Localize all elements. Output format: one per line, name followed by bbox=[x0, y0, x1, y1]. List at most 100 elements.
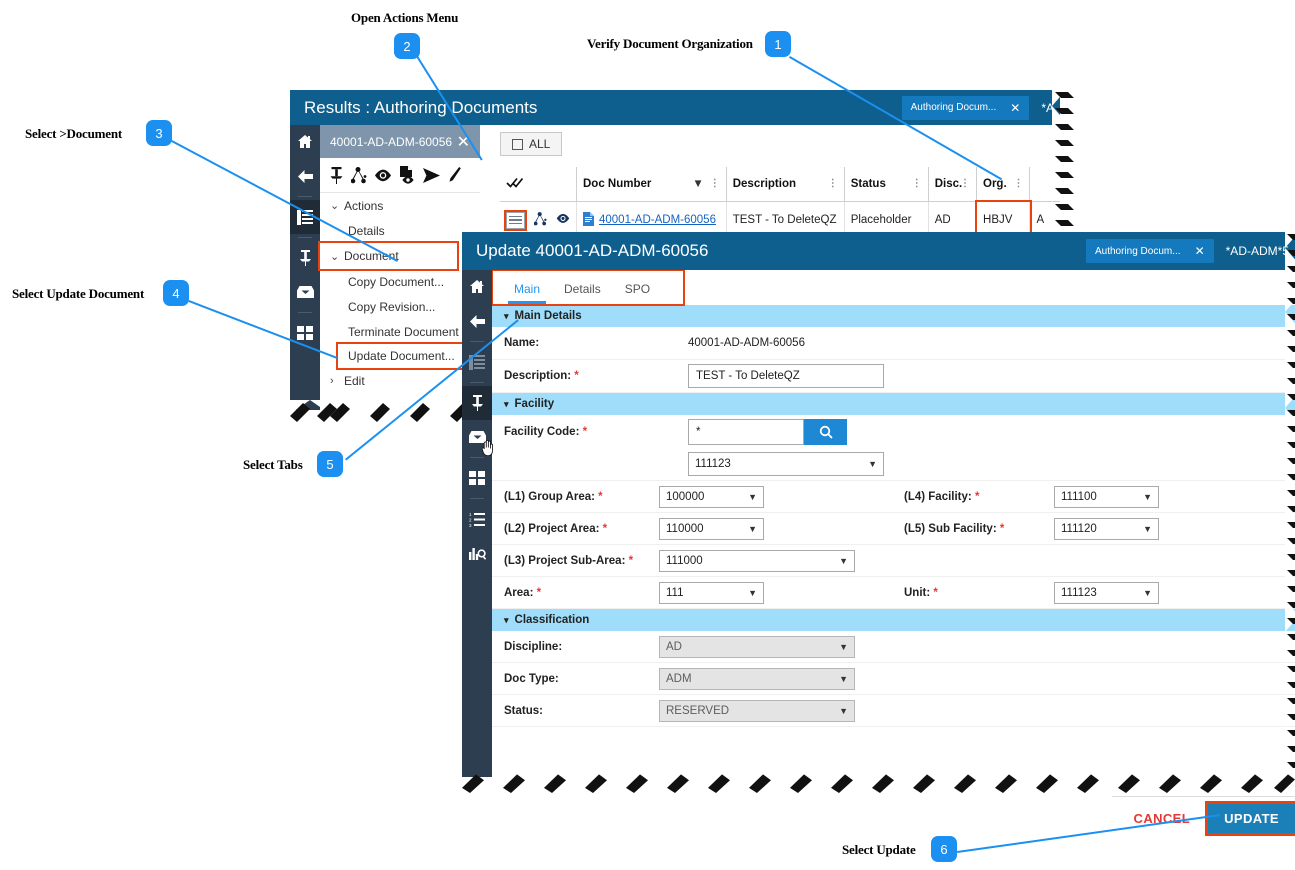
menu-item-label: Terminate Document bbox=[348, 324, 459, 339]
annotation-label-4: Select Update Document bbox=[12, 286, 145, 301]
l1-group-area-select[interactable]: 100000 ▼ bbox=[659, 485, 764, 508]
field-row-l3: (L3) Project Sub-Area: * 111000 ▼ bbox=[492, 545, 1295, 577]
pencil-icon[interactable] bbox=[447, 167, 462, 183]
required-marker: * bbox=[999, 522, 1005, 535]
annotation-label-6: Select Update bbox=[842, 842, 916, 857]
required-marker: * bbox=[628, 554, 634, 567]
grid-col-org[interactable]: ⋮ Org. bbox=[976, 167, 1031, 202]
annotation-badge-6: 6 bbox=[931, 836, 957, 862]
area-value: 111 bbox=[666, 586, 684, 599]
menu-item-label: Update Document... bbox=[348, 349, 455, 363]
search-icon[interactable] bbox=[804, 418, 847, 445]
unit-value: 111123 bbox=[1061, 586, 1097, 599]
l5-sub-facility-value: 111120 bbox=[1061, 522, 1097, 535]
checkbox-icon bbox=[512, 138, 523, 150]
kebab-icon[interactable]: ⋮ bbox=[710, 178, 720, 189]
close-icon[interactable]: ✕ bbox=[457, 132, 470, 152]
grid-col-discipline[interactable]: ⋮ Disc. bbox=[928, 167, 978, 202]
grid-col-select[interactable] bbox=[500, 167, 577, 202]
back-arrow-icon[interactable] bbox=[462, 304, 492, 338]
update-title-tab[interactable]: Authoring Docum... ✕ bbox=[1085, 239, 1214, 263]
document-tab[interactable]: 40001-AD-ADM-60056 ✕ bbox=[320, 125, 480, 158]
torn-edge-bottom bbox=[290, 400, 490, 422]
doc-preview-icon[interactable] bbox=[399, 166, 416, 184]
all-filter-button[interactable]: ALL bbox=[500, 132, 563, 156]
field-facility-select: 111123 ▼ bbox=[492, 448, 1295, 481]
home-icon[interactable] bbox=[290, 125, 320, 159]
l2-project-area-select[interactable]: 110000 ▼ bbox=[659, 517, 764, 540]
menu-item-update-document[interactable]: Update Document... bbox=[336, 342, 471, 370]
filter-icon[interactable]: ▼ bbox=[692, 178, 703, 190]
rail-divider bbox=[470, 498, 484, 499]
row-menu-icon[interactable] bbox=[504, 209, 527, 231]
section-main-details[interactable]: ▾ Main Details bbox=[492, 305, 1295, 327]
field-description: Description: * TEST - To DeleteQZ bbox=[492, 360, 1295, 393]
tab-label: Details bbox=[564, 282, 601, 296]
area-select[interactable]: 111 ▼ bbox=[659, 581, 764, 604]
pin-icon[interactable] bbox=[462, 386, 492, 420]
unit-select[interactable]: 111123 ▼ bbox=[1054, 581, 1159, 604]
l4-facility-value: 111100 bbox=[1061, 490, 1097, 503]
chevron-down-icon: ▼ bbox=[839, 555, 848, 566]
tab-main[interactable]: Main bbox=[502, 282, 552, 304]
send-icon[interactable] bbox=[423, 167, 440, 183]
kebab-icon[interactable]: ⋮ bbox=[912, 178, 922, 189]
facility-code-value: * bbox=[696, 425, 701, 438]
required-marker: * bbox=[602, 522, 608, 535]
torn-edge-right bbox=[1285, 232, 1295, 777]
report-search-icon[interactable] bbox=[462, 536, 492, 570]
chevron-down-icon: ▼ bbox=[1143, 491, 1152, 502]
doc-type-select[interactable]: ADM ▼ bbox=[659, 667, 855, 690]
update-button[interactable]: UPDATE bbox=[1205, 800, 1295, 836]
grid-icon[interactable] bbox=[462, 461, 492, 495]
menu-item-terminate-document[interactable]: Terminate Document bbox=[320, 319, 480, 344]
actions-header[interactable]: ⌄ Actions bbox=[320, 193, 480, 218]
back-arrow-icon[interactable] bbox=[290, 159, 320, 193]
results-title-tab-label: Authoring Docum... bbox=[910, 102, 997, 113]
pin-icon[interactable] bbox=[290, 241, 320, 275]
menu-item-label: Copy Document... bbox=[348, 274, 445, 289]
kebab-icon[interactable]: ⋮ bbox=[828, 178, 838, 189]
menu-item-copy-revision[interactable]: Copy Revision... bbox=[320, 294, 480, 319]
close-icon[interactable]: ✕ bbox=[1010, 101, 1020, 115]
facility-select[interactable]: 111123 ▼ bbox=[688, 452, 884, 476]
doc-type-value: ADM bbox=[666, 672, 692, 685]
pin-icon[interactable] bbox=[329, 166, 344, 184]
field-label: Status: bbox=[504, 704, 543, 717]
required-marker: * bbox=[582, 425, 588, 438]
rail-divider bbox=[298, 312, 312, 313]
menu-item-copy-document[interactable]: Copy Document... bbox=[320, 269, 480, 294]
home-icon[interactable] bbox=[462, 270, 492, 304]
section-title: Main Details bbox=[514, 310, 582, 322]
share-node-icon[interactable] bbox=[533, 211, 547, 229]
facility-code-input[interactable]: * bbox=[688, 418, 804, 445]
share-node-icon[interactable] bbox=[351, 166, 367, 184]
grid-col-doc-number[interactable]: ⋮ ▼ Doc Number bbox=[576, 167, 727, 202]
chevron-down-icon: ▾ bbox=[504, 310, 509, 321]
grid-col-label: Disc. bbox=[934, 178, 963, 190]
kebab-icon[interactable]: ⋮ bbox=[1013, 178, 1023, 189]
close-icon[interactable]: ✕ bbox=[1195, 244, 1205, 258]
update-title-tab-label: Authoring Docum... bbox=[1094, 245, 1181, 257]
section-classification[interactable]: ▾ Classification bbox=[492, 609, 1295, 631]
l4-facility-select[interactable]: 111100 ▼ bbox=[1054, 485, 1159, 508]
eye-icon[interactable] bbox=[374, 169, 392, 182]
tab-spo[interactable]: SPO bbox=[613, 282, 662, 304]
grid-col-description[interactable]: ⋮ Description bbox=[726, 167, 845, 202]
inbox-icon[interactable] bbox=[290, 275, 320, 309]
l3-project-sub-area-select[interactable]: 111000 ▼ bbox=[659, 549, 855, 572]
tab-details[interactable]: Details bbox=[552, 282, 613, 304]
grid-col-status[interactable]: ⋮ Status bbox=[844, 167, 929, 202]
l5-sub-facility-select[interactable]: 111120 ▼ bbox=[1054, 517, 1159, 540]
numbered-list-icon[interactable]: 123 bbox=[462, 502, 492, 536]
status-select[interactable]: RESERVED ▼ bbox=[659, 699, 855, 722]
menu-item-edit[interactable]: › Edit bbox=[320, 368, 480, 393]
eye-icon[interactable] bbox=[556, 213, 570, 227]
discipline-select[interactable]: AD ▼ bbox=[659, 635, 855, 658]
description-input[interactable]: TEST - To DeleteQZ bbox=[688, 364, 884, 388]
results-title-tab[interactable]: Authoring Docum... ✕ bbox=[901, 95, 1030, 120]
doc-number-link[interactable]: 40001-AD-ADM-60056 bbox=[599, 214, 716, 226]
section-facility[interactable]: ▾ Facility bbox=[492, 393, 1295, 415]
chevron-down-icon: ▼ bbox=[748, 523, 757, 534]
chevron-down-icon: ▼ bbox=[839, 705, 848, 716]
